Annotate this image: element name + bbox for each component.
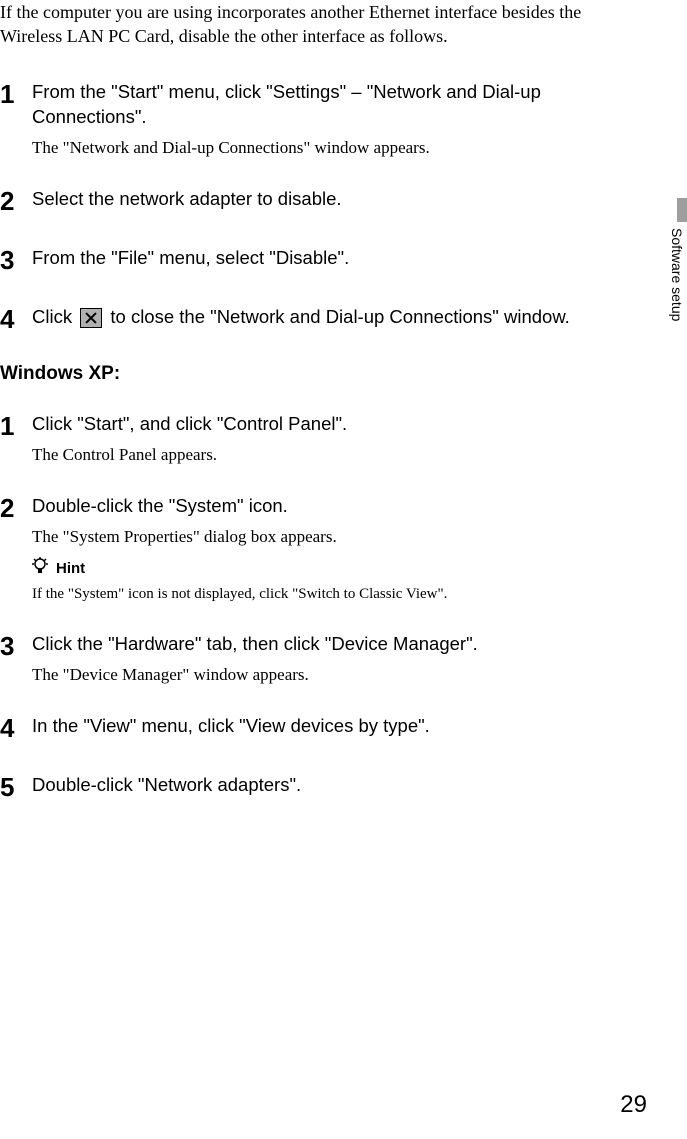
intro-text: If the computer you are using incorporat… (0, 0, 657, 49)
step-item: 2 Select the network adapter to disable. (0, 186, 657, 217)
step-title: Select the network adapter to disable. (32, 188, 342, 209)
step-item: 4 Click to close the "Network and Dial-u… (0, 304, 657, 335)
step-description: The "Network and Dial-up Connections" wi… (32, 138, 572, 158)
side-tab-text: Software setup (669, 228, 685, 321)
step-item: 3 From the "File" menu, select "Disable"… (0, 245, 657, 276)
step-number: 3 (0, 245, 28, 276)
side-tab: Software setup (661, 198, 687, 370)
hint-label: Hint (56, 560, 85, 577)
step-number: 3 (0, 631, 28, 662)
step-item: 3 Click the "Hardware" tab, then click "… (0, 631, 657, 685)
step-number: 4 (0, 304, 28, 335)
step-item: 1 From the "Start" menu, click "Settings… (0, 79, 657, 159)
close-icon (80, 308, 102, 328)
step-title-pre: Click (32, 306, 77, 327)
step-title: From the "Start" menu, click "Settings" … (32, 81, 541, 128)
section-b-steps: 1 Click "Start", and click "Control Pane… (0, 411, 657, 803)
hint-row: Hint (32, 557, 572, 580)
section-header-windows-xp: Windows XP: (0, 363, 657, 385)
step-description: The "Device Manager" window appears. (32, 665, 572, 685)
section-a-steps: 1 From the "Start" menu, click "Settings… (0, 79, 657, 336)
step-title: Click to close the "Network and Dial-up … (32, 306, 570, 327)
step-number: 2 (0, 186, 28, 217)
hint-text: If the "System" icon is not displayed, c… (32, 586, 572, 603)
step-title: Double-click "Network adapters". (32, 774, 301, 795)
step-description: The "System Properties" dialog box appea… (32, 527, 572, 547)
step-title: In the "View" menu, click "View devices … (32, 715, 430, 736)
step-title: Click the "Hardware" tab, then click "De… (32, 633, 478, 654)
side-tab-bar (677, 198, 687, 222)
step-description: The Control Panel appears. (32, 445, 572, 465)
step-item: 2 Double-click the "System" icon. The "S… (0, 493, 657, 603)
step-title: Click "Start", and click "Control Panel"… (32, 413, 347, 434)
step-title: From the "File" menu, select "Disable". (32, 247, 349, 268)
step-item: 4 In the "View" menu, click "View device… (0, 713, 657, 744)
step-number: 1 (0, 79, 28, 110)
step-item: 1 Click "Start", and click "Control Pane… (0, 411, 657, 465)
page-number: 29 (620, 1091, 647, 1119)
step-title: Double-click the "System" icon. (32, 495, 288, 516)
step-title-post: to close the "Network and Dial-up Connec… (105, 306, 570, 327)
step-number: 1 (0, 411, 28, 442)
step-number: 5 (0, 772, 28, 803)
step-item: 5 Double-click "Network adapters". (0, 772, 657, 803)
step-number: 2 (0, 493, 28, 524)
step-number: 4 (0, 713, 28, 744)
lightbulb-icon (32, 557, 48, 580)
